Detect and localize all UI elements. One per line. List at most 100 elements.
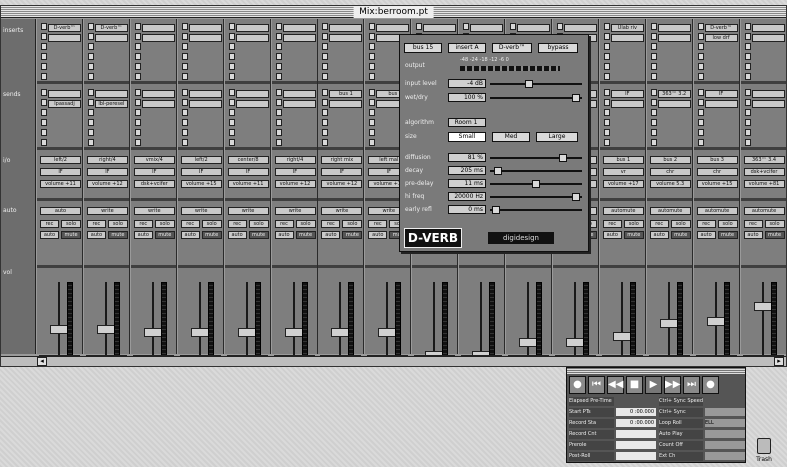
- title-bar[interactable]: Mix:berroom.pt: [1, 6, 786, 18]
- volume-fader[interactable]: [50, 325, 68, 335]
- input-selector[interactable]: left/2: [40, 156, 81, 164]
- voice-selector[interactable]: volume +12: [274, 180, 316, 188]
- output-selector[interactable]: chr: [649, 168, 691, 176]
- send-slot[interactable]: [744, 99, 751, 106]
- solo-button[interactable]: solo: [717, 220, 738, 228]
- send-2-button[interactable]: [282, 100, 316, 108]
- send-slot[interactable]: [369, 119, 376, 126]
- bypass-button[interactable]: bypass: [538, 43, 578, 53]
- insert-slot[interactable]: [369, 33, 376, 40]
- insert-slot[interactable]: [228, 23, 235, 30]
- insert-slot[interactable]: [181, 63, 188, 70]
- send-slot[interactable]: [275, 89, 282, 96]
- send-slot[interactable]: [228, 89, 235, 96]
- insert-2-button[interactable]: [751, 34, 785, 42]
- send-slot[interactable]: [603, 109, 610, 116]
- insert-slot[interactable]: [181, 43, 188, 50]
- insert-slot[interactable]: [322, 53, 329, 60]
- param-knob[interactable]: [532, 180, 540, 188]
- automation-mode[interactable]: automute: [743, 207, 785, 215]
- send-slot[interactable]: [134, 139, 141, 146]
- return-to-zero-icon[interactable]: ⏮: [588, 376, 605, 394]
- mute-button[interactable]: mute: [154, 231, 175, 239]
- insert-slot[interactable]: [134, 53, 141, 60]
- wet-dry-knob[interactable]: [572, 94, 580, 102]
- record-enable-button[interactable]: rec: [133, 220, 153, 228]
- send-slot[interactable]: [181, 109, 188, 116]
- wet-dry-value[interactable]: 100 %: [448, 93, 486, 102]
- insert-slot[interactable]: [181, 33, 188, 40]
- insert-slot[interactable]: [41, 33, 47, 40]
- volume-fader[interactable]: [519, 338, 537, 347]
- param-knob[interactable]: [572, 193, 581, 201]
- record-enable-button[interactable]: rec: [743, 220, 763, 228]
- record-enable-button[interactable]: rec: [321, 220, 341, 228]
- output-selector[interactable]: IF: [40, 168, 81, 176]
- send-slot[interactable]: [41, 139, 47, 146]
- voice-selector[interactable]: dsk+vcifer: [133, 180, 175, 188]
- voice-selector[interactable]: volume +12: [321, 180, 363, 188]
- record-enable-button[interactable]: rec: [696, 220, 716, 228]
- automation-mode[interactable]: write: [227, 207, 269, 215]
- insert-2-button[interactable]: [188, 34, 222, 42]
- send-slot[interactable]: [134, 119, 141, 126]
- input-selector[interactable]: center/8: [227, 156, 269, 164]
- send-slot[interactable]: [87, 109, 94, 116]
- send-slot[interactable]: [275, 139, 282, 146]
- param-value[interactable]: 0 ms: [448, 205, 486, 214]
- send-1-button[interactable]: IF: [610, 90, 644, 98]
- record-enable-button[interactable]: rec: [649, 220, 669, 228]
- insert-1-button[interactable]: [517, 24, 550, 32]
- insert-slot[interactable]: [41, 73, 47, 80]
- transport-field-value[interactable]: 0 :00.000: [616, 408, 656, 416]
- output-selector[interactable]: IF: [86, 168, 128, 176]
- send-slot[interactable]: [603, 129, 610, 136]
- insert-slot[interactable]: [697, 73, 704, 80]
- param-slider[interactable]: [490, 196, 582, 198]
- automation-toggle[interactable]: auto: [602, 231, 622, 239]
- size-small-button[interactable]: Small: [448, 132, 486, 142]
- automation-mode[interactable]: write: [180, 207, 222, 215]
- input-selector[interactable]: bus 2: [649, 156, 691, 164]
- send-2-button[interactable]: lpassadj: [48, 100, 81, 108]
- send-slot[interactable]: [134, 129, 141, 136]
- insert-1-button[interactable]: [141, 24, 175, 32]
- send-slot[interactable]: [87, 119, 94, 126]
- insert-slot[interactable]: [603, 73, 610, 80]
- send-slot[interactable]: [744, 139, 751, 146]
- insert-slot[interactable]: [41, 43, 47, 50]
- fast-forward-icon[interactable]: ▶▶: [664, 376, 681, 394]
- send-2-button[interactable]: [751, 100, 785, 108]
- send-slot[interactable]: [322, 109, 329, 116]
- automation-mode[interactable]: automute: [649, 207, 691, 215]
- voice-selector[interactable]: volume +81: [743, 180, 785, 188]
- transport-option-value[interactable]: ELL: [705, 419, 745, 427]
- send-slot[interactable]: [369, 139, 376, 146]
- go-to-end-icon[interactable]: ⏭: [683, 376, 700, 394]
- send-slot[interactable]: [41, 109, 47, 116]
- insert-1-button[interactable]: [329, 24, 363, 32]
- send-2-button[interactable]: [329, 100, 363, 108]
- send-slot[interactable]: [322, 89, 329, 96]
- automation-mode[interactable]: write: [321, 207, 363, 215]
- insert-slot[interactable]: [603, 43, 610, 50]
- automation-toggle[interactable]: auto: [180, 231, 200, 239]
- insert-2-button[interactable]: low drf: [704, 34, 738, 42]
- mute-button[interactable]: mute: [342, 231, 363, 239]
- insert-slot[interactable]: [556, 23, 563, 30]
- insert-slot[interactable]: [134, 73, 141, 80]
- send-slot[interactable]: [228, 139, 235, 146]
- insert-slot[interactable]: [650, 73, 657, 80]
- insert-slot[interactable]: [744, 63, 751, 70]
- record-enable-button[interactable]: rec: [86, 220, 106, 228]
- send-slot[interactable]: [697, 119, 704, 126]
- solo-button[interactable]: solo: [623, 220, 644, 228]
- insert-slot[interactable]: [369, 73, 376, 80]
- send-slot[interactable]: [650, 129, 657, 136]
- volume-fader[interactable]: [612, 332, 631, 342]
- scroll-left-arrow-icon[interactable]: ◂: [37, 357, 47, 366]
- automation-toggle[interactable]: auto: [40, 231, 59, 239]
- mute-button[interactable]: mute: [670, 231, 691, 239]
- insert-slot[interactable]: [697, 23, 704, 30]
- automation-toggle[interactable]: auto: [696, 231, 716, 239]
